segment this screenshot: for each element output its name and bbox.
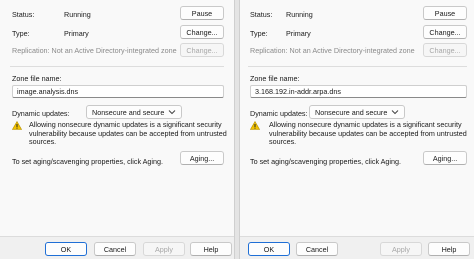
pause-button[interactable]: Pause <box>423 6 467 20</box>
dynamic-updates-value: Nonsecure and secure <box>92 107 165 117</box>
ok-button[interactable]: OK <box>248 242 290 256</box>
dialog-footer: OK Cancel Apply Help <box>0 236 234 259</box>
type-value: Primary <box>64 29 89 38</box>
aging-text: To set aging/scavenging properties, clic… <box>250 157 402 166</box>
change-replication-button[interactable]: Change... <box>423 43 467 57</box>
change-type-button[interactable]: Change... <box>423 25 467 39</box>
dynamic-updates-select[interactable]: Nonsecure and secure <box>86 105 182 119</box>
zone-properties-panel-right: Status: Running Pause Type: Primary Chan… <box>240 0 474 259</box>
warning-icon <box>12 121 22 130</box>
aging-button[interactable]: Aging... <box>423 151 467 165</box>
change-replication-button[interactable]: Change... <box>180 43 224 57</box>
zone-file-input[interactable]: 3.168.192.in-addr.arpa.dns <box>250 85 467 98</box>
aging-text: To set aging/scavenging properties, clic… <box>12 157 164 166</box>
status-value: Running <box>64 10 91 19</box>
type-label: Type: <box>12 29 30 38</box>
security-warning-text: Allowing nonsecure dynamic updates is a … <box>29 120 227 147</box>
type-label: Type: <box>250 29 268 38</box>
apply-button[interactable]: Apply <box>143 242 185 256</box>
status-label: Status: <box>12 10 35 19</box>
dynamic-updates-select[interactable]: Nonsecure and secure <box>309 105 405 119</box>
replication-text: Replication: Not an Active Directory-int… <box>12 46 177 55</box>
help-button[interactable]: Help <box>428 242 470 256</box>
zone-file-label: Zone file name: <box>250 74 300 83</box>
zone-properties-panel-left: Status: Running Pause Type: Primary Chan… <box>0 0 234 259</box>
help-button[interactable]: Help <box>190 242 232 256</box>
cancel-button[interactable]: Cancel <box>296 242 338 256</box>
cancel-button[interactable]: Cancel <box>94 242 136 256</box>
replication-text: Replication: Not an Active Directory-int… <box>250 46 415 55</box>
pause-button[interactable]: Pause <box>180 6 224 20</box>
dynamic-updates-label: Dynamic updates: <box>12 109 70 118</box>
type-value: Primary <box>286 29 311 38</box>
zone-file-label: Zone file name: <box>12 74 62 83</box>
warning-icon <box>250 121 260 130</box>
dialog-footer: OK Cancel Apply Help <box>240 236 474 259</box>
dns-zone-properties-comparison: Status: Running Pause Type: Primary Chan… <box>0 0 474 259</box>
ok-button[interactable]: OK <box>45 242 87 256</box>
separator <box>248 66 467 67</box>
zone-file-input[interactable]: image.analysis.dns <box>12 85 224 98</box>
aging-button[interactable]: Aging... <box>180 151 224 165</box>
security-warning-text: Allowing nonsecure dynamic updates is a … <box>269 120 467 147</box>
status-label: Status: <box>250 10 273 19</box>
change-type-button[interactable]: Change... <box>180 25 224 39</box>
chevron-down-icon <box>168 110 176 115</box>
apply-button[interactable]: Apply <box>380 242 422 256</box>
dynamic-updates-label: Dynamic updates: <box>250 109 308 118</box>
separator <box>10 66 224 67</box>
dynamic-updates-value: Nonsecure and secure <box>315 107 388 117</box>
status-value: Running <box>286 10 313 19</box>
chevron-down-icon <box>391 110 399 115</box>
